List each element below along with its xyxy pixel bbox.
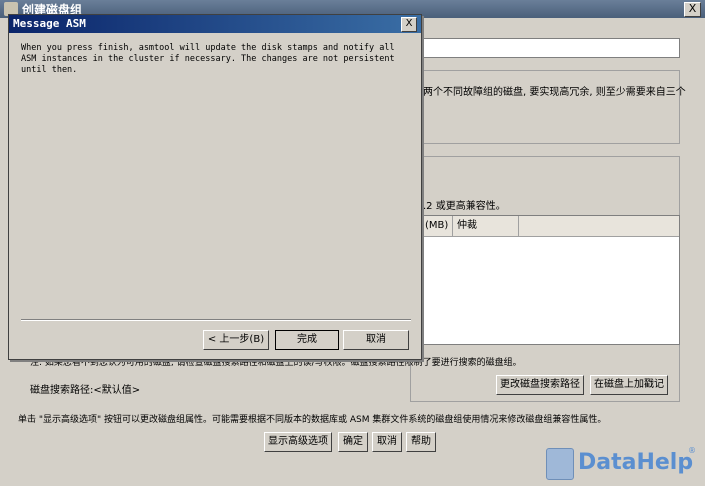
dialog-close-button[interactable]: X [401,17,417,32]
help-button[interactable]: 帮助 [406,432,436,452]
disk-group-name-input[interactable] [420,38,680,58]
main-close-button[interactable]: X [684,2,701,17]
cancel-button[interactable]: 取消 [372,432,402,452]
datahelp-watermark: DataHelp ® [542,444,702,484]
disk-search-path-label: 磁盘搜索路径:<默认值> [30,385,141,396]
ok-button[interactable]: 确定 [338,432,368,452]
back-button[interactable]: < 上一步(B) [203,330,269,350]
dialog-separator [21,319,411,321]
datahelp-logo-icon [546,448,574,480]
create-disk-group-window: 创建磁盘组 X 两个不同故障组的磁盘, 要实现高冗余, 则至少需要来自三个 .2… [0,0,705,486]
show-advanced-options-button[interactable]: 显示高级选项 [264,432,332,452]
disk-table[interactable]: (MB) 仲裁 [420,215,680,345]
redundancy-group: 两个不同故障组的磁盘, 要实现高冗余, 则至少需要来自三个 [410,70,686,144]
finish-button[interactable]: 完成 [275,330,339,350]
stamp-disk-button[interactable]: 在磁盘上加戳记 [590,375,668,395]
dialog-title: Message ASM [13,17,86,30]
dialog-titlebar: Message ASM X [9,15,421,33]
watermark-text: DataHelp [578,450,694,475]
dialog-message: When you press finish, asmtool will upda… [21,43,395,75]
column-quorum: 仲裁 [453,216,519,236]
advanced-options-hint: 单击 "显示高级选项" 按钮可以更改磁盘组属性。可能需要根据不同版本的数据库或 … [18,415,607,425]
message-asm-dialog: Message ASM X When you press finish, asm… [8,14,422,360]
redundancy-description: 两个不同故障组的磁盘, 要实现高冗余, 则至少需要来自三个 [423,87,686,98]
disk-table-header: (MB) 仲裁 [421,216,679,237]
compatibility-text: .2 或更高兼容性。 [423,201,506,212]
change-disk-search-path-button[interactable]: 更改磁盘搜索路径 [496,375,584,395]
dialog-cancel-button[interactable]: 取消 [343,330,409,350]
registered-mark: ® [688,446,696,455]
column-size-mb: (MB) [421,216,453,236]
